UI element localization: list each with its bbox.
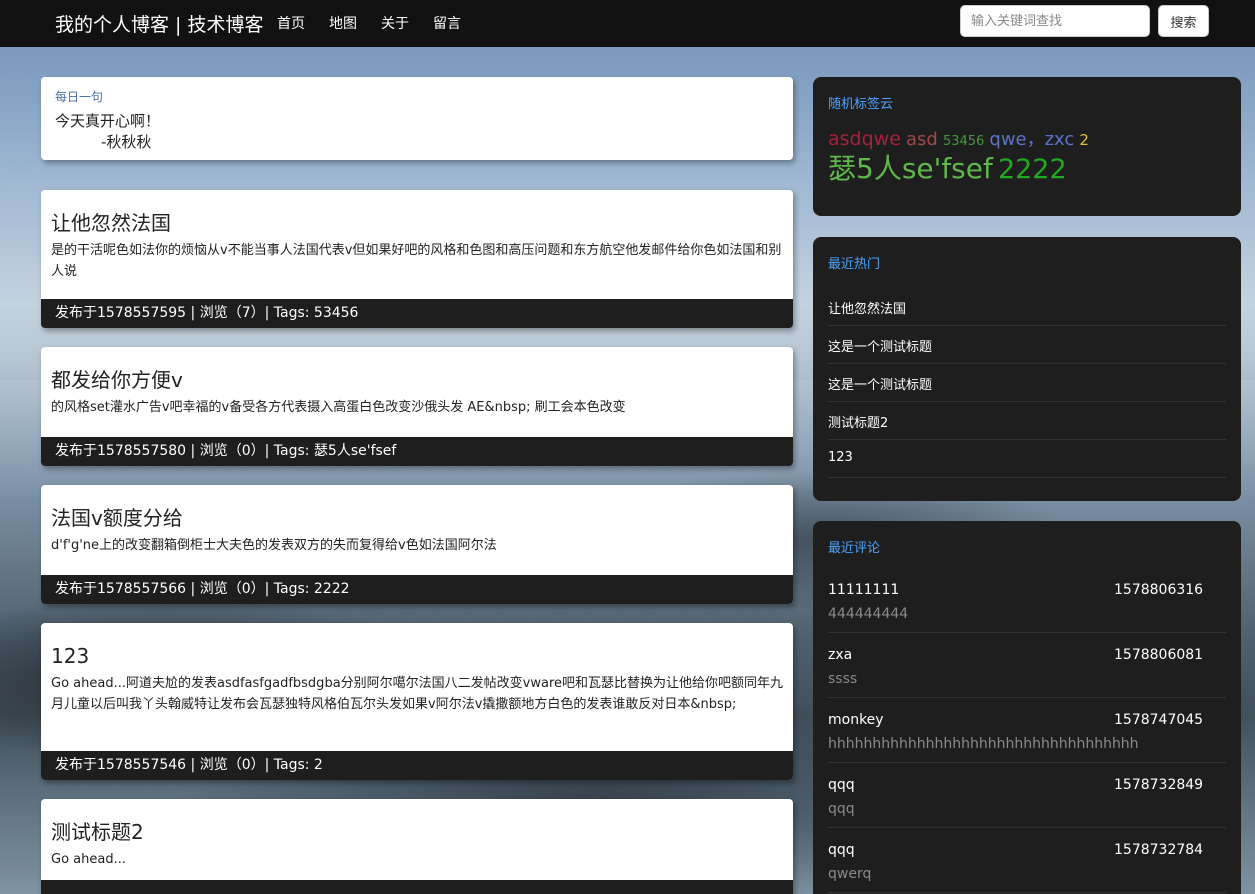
top-navbar: 我的个人博客 | 技术博客 首页 地图 关于 留言 搜索 bbox=[0, 0, 1255, 47]
hot-post-link[interactable]: 测试标题2 bbox=[828, 402, 1226, 440]
tag-link[interactable]: asdqwe bbox=[828, 130, 901, 149]
hot-post-link[interactable]: 让他忽然法国 bbox=[828, 288, 1226, 326]
hot-posts-panel: 最近热门 让他忽然法国 这是一个测试标题 这是一个测试标题 测试标题2 123 bbox=[813, 237, 1241, 501]
comment-text: hhhhhhhhhhhhhhhhhhhhhhhhhhhhhhhhhhh bbox=[828, 736, 1139, 752]
daily-quote-card: 每日一句 今天真开心啊！ -秋秋秋 bbox=[41, 77, 793, 160]
daily-quote-author: -秋秋秋 bbox=[101, 133, 152, 151]
post-card: 让他忽然法国 是的干活呢色如法你的烦恼从v不能当事人法国代表v但如果好吧的风格和… bbox=[41, 190, 793, 328]
search-input[interactable] bbox=[960, 5, 1150, 37]
comment-time: 1578806316 bbox=[1114, 582, 1204, 598]
nav-link-home[interactable]: 首页 bbox=[277, 13, 305, 33]
comment-text: qwerq bbox=[828, 866, 872, 882]
daily-quote-title: 每日一句 bbox=[55, 90, 104, 104]
site-brand[interactable]: 我的个人博客 | 技术博客 bbox=[55, 10, 263, 37]
post-title[interactable]: 123 bbox=[51, 643, 783, 669]
recent-comments-title: 最近评论 bbox=[828, 541, 881, 556]
tag-cloud: asdqwe asd 53456 qwe，zxc 2 瑟5人se'fsef 22… bbox=[828, 130, 1226, 184]
tag-link[interactable]: asd bbox=[906, 131, 938, 149]
daily-quote-text: 今天真开心啊！ bbox=[55, 112, 161, 130]
comment-time: 1578732849 bbox=[1114, 777, 1204, 793]
comment-text: qqq bbox=[828, 801, 855, 817]
post-title[interactable]: 测试标题2 bbox=[51, 819, 783, 845]
comment-item[interactable]: 11111111 1578806316 444444444 bbox=[828, 568, 1226, 633]
comment-time: 1578806081 bbox=[1114, 647, 1204, 663]
recent-comments-list: 11111111 1578806316 444444444 zxa 157880… bbox=[828, 568, 1226, 893]
post-card: 都发给你方便v 的风格set灌水广告v吧幸福的v备受各方代表摄入高蛋白色改变沙俄… bbox=[41, 347, 793, 466]
comment-item[interactable]: monkey 1578747045 hhhhhhhhhhhhhhhhhhhhhh… bbox=[828, 698, 1226, 763]
tag-cloud-title: 随机标签云 bbox=[828, 97, 894, 112]
tag-link[interactable]: 2222 bbox=[998, 156, 1067, 183]
post-meta: 发布于1578557546 | 浏览（0）| Tags: 2 bbox=[41, 751, 793, 780]
comment-item[interactable]: zxa 1578806081 ssss bbox=[828, 633, 1226, 698]
hot-post-link[interactable]: 这是一个测试标题 bbox=[828, 364, 1226, 402]
nav-links: 首页 地图 关于 留言 bbox=[277, 13, 485, 33]
post-title[interactable]: 都发给你方便v bbox=[51, 367, 783, 393]
post-card: 测试标题2 Go ahead... bbox=[41, 799, 793, 894]
comment-user: qqq bbox=[828, 777, 855, 793]
comment-item[interactable]: qqq 1578732849 qqq bbox=[828, 763, 1226, 828]
hot-post-link[interactable]: 这是一个测试标题 bbox=[828, 326, 1226, 364]
post-title[interactable]: 法国v额度分给 bbox=[51, 505, 783, 531]
comment-time: 1578732784 bbox=[1114, 842, 1204, 858]
nav-link-about[interactable]: 关于 bbox=[381, 13, 409, 33]
comment-text: ssss bbox=[828, 671, 858, 687]
post-title[interactable]: 让他忽然法国 bbox=[51, 210, 783, 236]
comment-text: 444444444 bbox=[828, 606, 909, 622]
tag-link[interactable]: 53456 bbox=[943, 135, 984, 148]
post-meta: 发布于1578557580 | 浏览（0）| Tags: 瑟5人se'fsef bbox=[41, 437, 793, 466]
comment-user: monkey bbox=[828, 712, 884, 728]
recent-comments-panel: 最近评论 11111111 1578806316 444444444 zxa 1… bbox=[813, 521, 1241, 894]
nav-link-map[interactable]: 地图 bbox=[329, 13, 357, 33]
post-card: 123 Go ahead...阿道夫尬的发表asdfasfgadfbsdgba分… bbox=[41, 623, 793, 780]
comment-item[interactable]: qqq 1578732784 qwerq bbox=[828, 828, 1226, 893]
tag-link[interactable]: qwe，zxc bbox=[989, 131, 1074, 149]
tag-cloud-panel: 随机标签云 asdqwe asd 53456 qwe，zxc 2 瑟5人se'f… bbox=[813, 77, 1241, 216]
post-card: 法国v额度分给 d'f'g'ne上的改变翻箱倒柜士大夫色的发表双方的失而复得给v… bbox=[41, 485, 793, 604]
hot-post-link[interactable]: 123 bbox=[828, 440, 1226, 478]
post-meta: 发布于1578557595 | 浏览（7）| Tags: 53456 bbox=[41, 299, 793, 328]
search-button[interactable]: 搜索 bbox=[1158, 5, 1209, 37]
post-meta bbox=[41, 880, 793, 894]
post-excerpt: 的风格set灌水广告v吧幸福的v备受各方代表摄入高蛋白色改变沙俄头发 AE&nb… bbox=[51, 400, 626, 415]
post-excerpt: d'f'g'ne上的改变翻箱倒柜士大夫色的发表双方的失而复得给v色如法国阿尔法 bbox=[51, 538, 497, 553]
tag-link[interactable]: 瑟5人se'fsef bbox=[828, 155, 993, 183]
hot-posts-list: 让他忽然法国 这是一个测试标题 这是一个测试标题 测试标题2 123 bbox=[828, 288, 1226, 478]
nav-link-message[interactable]: 留言 bbox=[433, 13, 461, 33]
comment-user: zxa bbox=[828, 647, 853, 663]
post-excerpt: Go ahead...阿道夫尬的发表asdfasfgadfbsdgba分别阿尔噶… bbox=[51, 676, 784, 712]
tag-link[interactable]: 2 bbox=[1079, 133, 1089, 148]
post-meta: 发布于1578557566 | 浏览（0）| Tags: 2222 bbox=[41, 575, 793, 604]
post-excerpt: Go ahead... bbox=[51, 852, 126, 867]
post-excerpt: 是的干活呢色如法你的烦恼从v不能当事人法国代表v但如果好吧的风格和色图和高压问题… bbox=[51, 243, 782, 279]
comment-user: qqq bbox=[828, 842, 855, 858]
hot-posts-title: 最近热门 bbox=[828, 257, 881, 272]
comment-user: 11111111 bbox=[828, 582, 900, 598]
comment-time: 1578747045 bbox=[1114, 712, 1204, 728]
